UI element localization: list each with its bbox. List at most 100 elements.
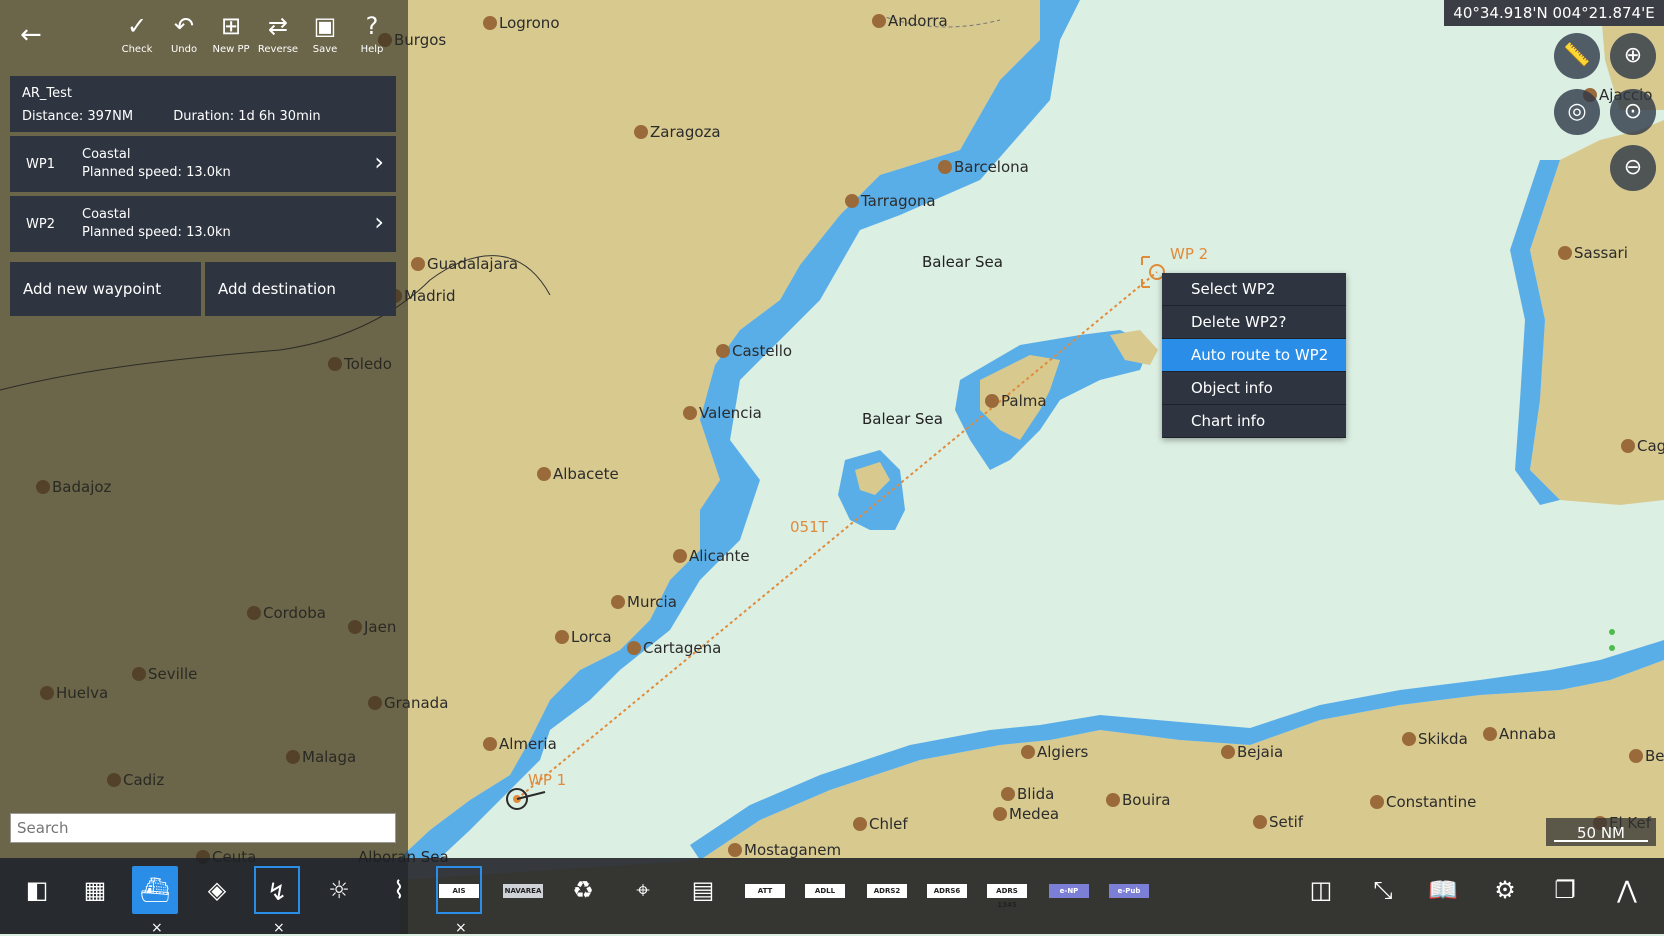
city-dot [483,737,497,751]
city-dot [1629,749,1643,763]
search-input[interactable] [10,813,396,843]
city-label: Barcelona [954,158,1029,176]
city-dot [1021,745,1035,759]
city-label: Algiers [1037,743,1089,761]
wp1-speed: Planned speed: 13.0kn [82,165,231,180]
city-dot [845,194,859,208]
city-dot [728,843,742,857]
add-new-waypoint-button[interactable]: Add new waypoint [10,262,201,316]
apps-grid-button[interactable]: ▦ [72,866,118,914]
document-button[interactable]: ▤ [680,866,726,914]
adll-chip: ADLL [805,884,845,898]
plus-icon: ⊞ [220,12,242,40]
city-label: Chlef [869,815,908,833]
adrs6-chip: ADRS6 [927,884,967,898]
undo-label: Undo [170,44,198,55]
pin-button[interactable]: ⌖ [620,866,666,914]
scale-bar: 50 NM [1546,818,1656,846]
route-button[interactable]: ↯ [254,866,300,914]
city-label: Annaba [1499,725,1557,743]
compass-button[interactable]: ⋀ [1604,866,1650,914]
wp2-name: WP2 [26,217,55,232]
menu-object-info[interactable]: Object info [1162,372,1346,405]
city-label: Mostaganem [744,841,842,859]
menu-delete-wp2[interactable]: Delete WP2? [1162,306,1346,339]
city-dot [853,817,867,831]
city-label: Setif [1269,813,1304,831]
city-dot [627,641,641,655]
epub-chip: e-Pub [1109,884,1149,898]
context-menu: Select WP2 Delete WP2? Auto route to WP2… [1162,273,1346,438]
reverse-button[interactable]: ⇄ Reverse [255,12,301,55]
zoom-icon: ⊙ [1623,99,1643,124]
location-pin-icon: ⌖ [636,876,650,904]
recycle-icon: ♻ [572,876,594,904]
city-label: Sassari [1574,244,1628,262]
undo-button[interactable]: ↶ Undo [161,12,207,55]
menu-chart-info[interactable]: Chart info [1162,405,1346,438]
collapse-button[interactable]: ⤡ [1360,866,1406,914]
route-name: AR_Test [22,86,73,101]
settings-button[interactable]: ⚙ [1482,866,1528,914]
gear-icon: ⚙ [1494,876,1516,904]
bottom-toolbar: ◧ ▦ ⛴ ◈ ↯ ☼ ⌇ AIS NAVAREA ♻ ⌖ ▤ ATT ADLL… [0,858,1664,936]
wp2-label[interactable]: WP 2 [1170,245,1208,263]
new-pp-button[interactable]: ⊞ New PP [208,12,254,55]
layers-button[interactable]: ◈ [194,866,240,914]
menu-select-wp2[interactable]: Select WP2 [1162,273,1346,306]
route-icon: ↯ [266,878,288,906]
menu-auto-route-wp2[interactable]: Auto route to WP2 [1162,339,1346,372]
tide-chart-button[interactable]: ⌇ [376,866,422,914]
wp2-type: Coastal [82,207,131,222]
weather-button[interactable]: ☼ [316,866,362,914]
add-destination-button[interactable]: Add destination [205,262,396,316]
cursor-coordinates: 40°34.918'N 004°21.874'E [1444,0,1664,26]
help-icon: ? [365,12,379,40]
book-button[interactable]: 📖 [1420,866,1466,914]
measure-ruler-button[interactable]: 📏 [1554,33,1600,79]
split-view-icon: ◫ [1309,876,1333,904]
save-button[interactable]: ▣ Save [302,12,348,55]
ais-chip: AIS [439,884,479,898]
locate-position-button[interactable]: ◎ [1554,89,1600,135]
compass-icon: ⋀ [1617,876,1637,904]
panel-toggle-icon: ◧ [25,876,49,904]
city-label: Guadalajara [427,255,519,273]
zoom-in-button[interactable]: ⊕ [1610,33,1656,79]
document-icon: ▤ [691,876,715,904]
ship-icon: ⛴ [139,876,171,904]
zoom-out-icon: ⊖ [1623,155,1643,180]
city-dot [993,807,1007,821]
ship-mode-button[interactable]: ⛴ [132,866,178,914]
city-dot [1402,732,1416,746]
waypoint-row-wp2[interactable]: WP2 Coastal Planned speed: 13.0kn › [10,196,396,252]
route-summary: AR_Test Distance: 397NM Duration: 1d 6h … [10,76,396,132]
waypoint-row-wp1[interactable]: WP1 Coastal Planned speed: 13.0kn › [10,136,396,192]
wp1-label[interactable]: WP 1 [528,771,566,789]
city-label: Constantine [1386,793,1477,811]
zoom-out-button[interactable]: ⊖ [1610,145,1656,191]
windows-icon: ❐ [1554,876,1576,904]
help-button[interactable]: ? Help [349,12,395,55]
crosshair-icon: ◎ [1567,99,1587,124]
sea-label-balear-1: Balear Sea [922,253,1003,271]
check-button[interactable]: ✓ Check [114,12,160,55]
city-dot [1001,787,1015,801]
reverse-label: Reverse [257,44,299,55]
zoom-search-button[interactable]: ⊙ [1610,89,1656,135]
city-label: Cag [1637,437,1664,455]
city-dot [716,344,730,358]
windows-button[interactable]: ❐ [1542,866,1588,914]
wp1-type: Coastal [82,147,131,162]
split-view-button[interactable]: ◫ [1298,866,1344,914]
route-distance: Distance: 397NM [22,109,134,124]
ruler-icon: 📏 [1563,43,1591,68]
recycle-button[interactable]: ♻ [560,866,606,914]
city-label: Valencia [699,404,762,422]
navarea-chip: NAVAREA [503,884,543,898]
city-dot [985,394,999,408]
city-label: Andorra [888,12,948,30]
panel-toggle-button[interactable]: ◧ [14,866,60,914]
city-label: Alicante [689,547,750,565]
check-label: Check [121,44,153,55]
